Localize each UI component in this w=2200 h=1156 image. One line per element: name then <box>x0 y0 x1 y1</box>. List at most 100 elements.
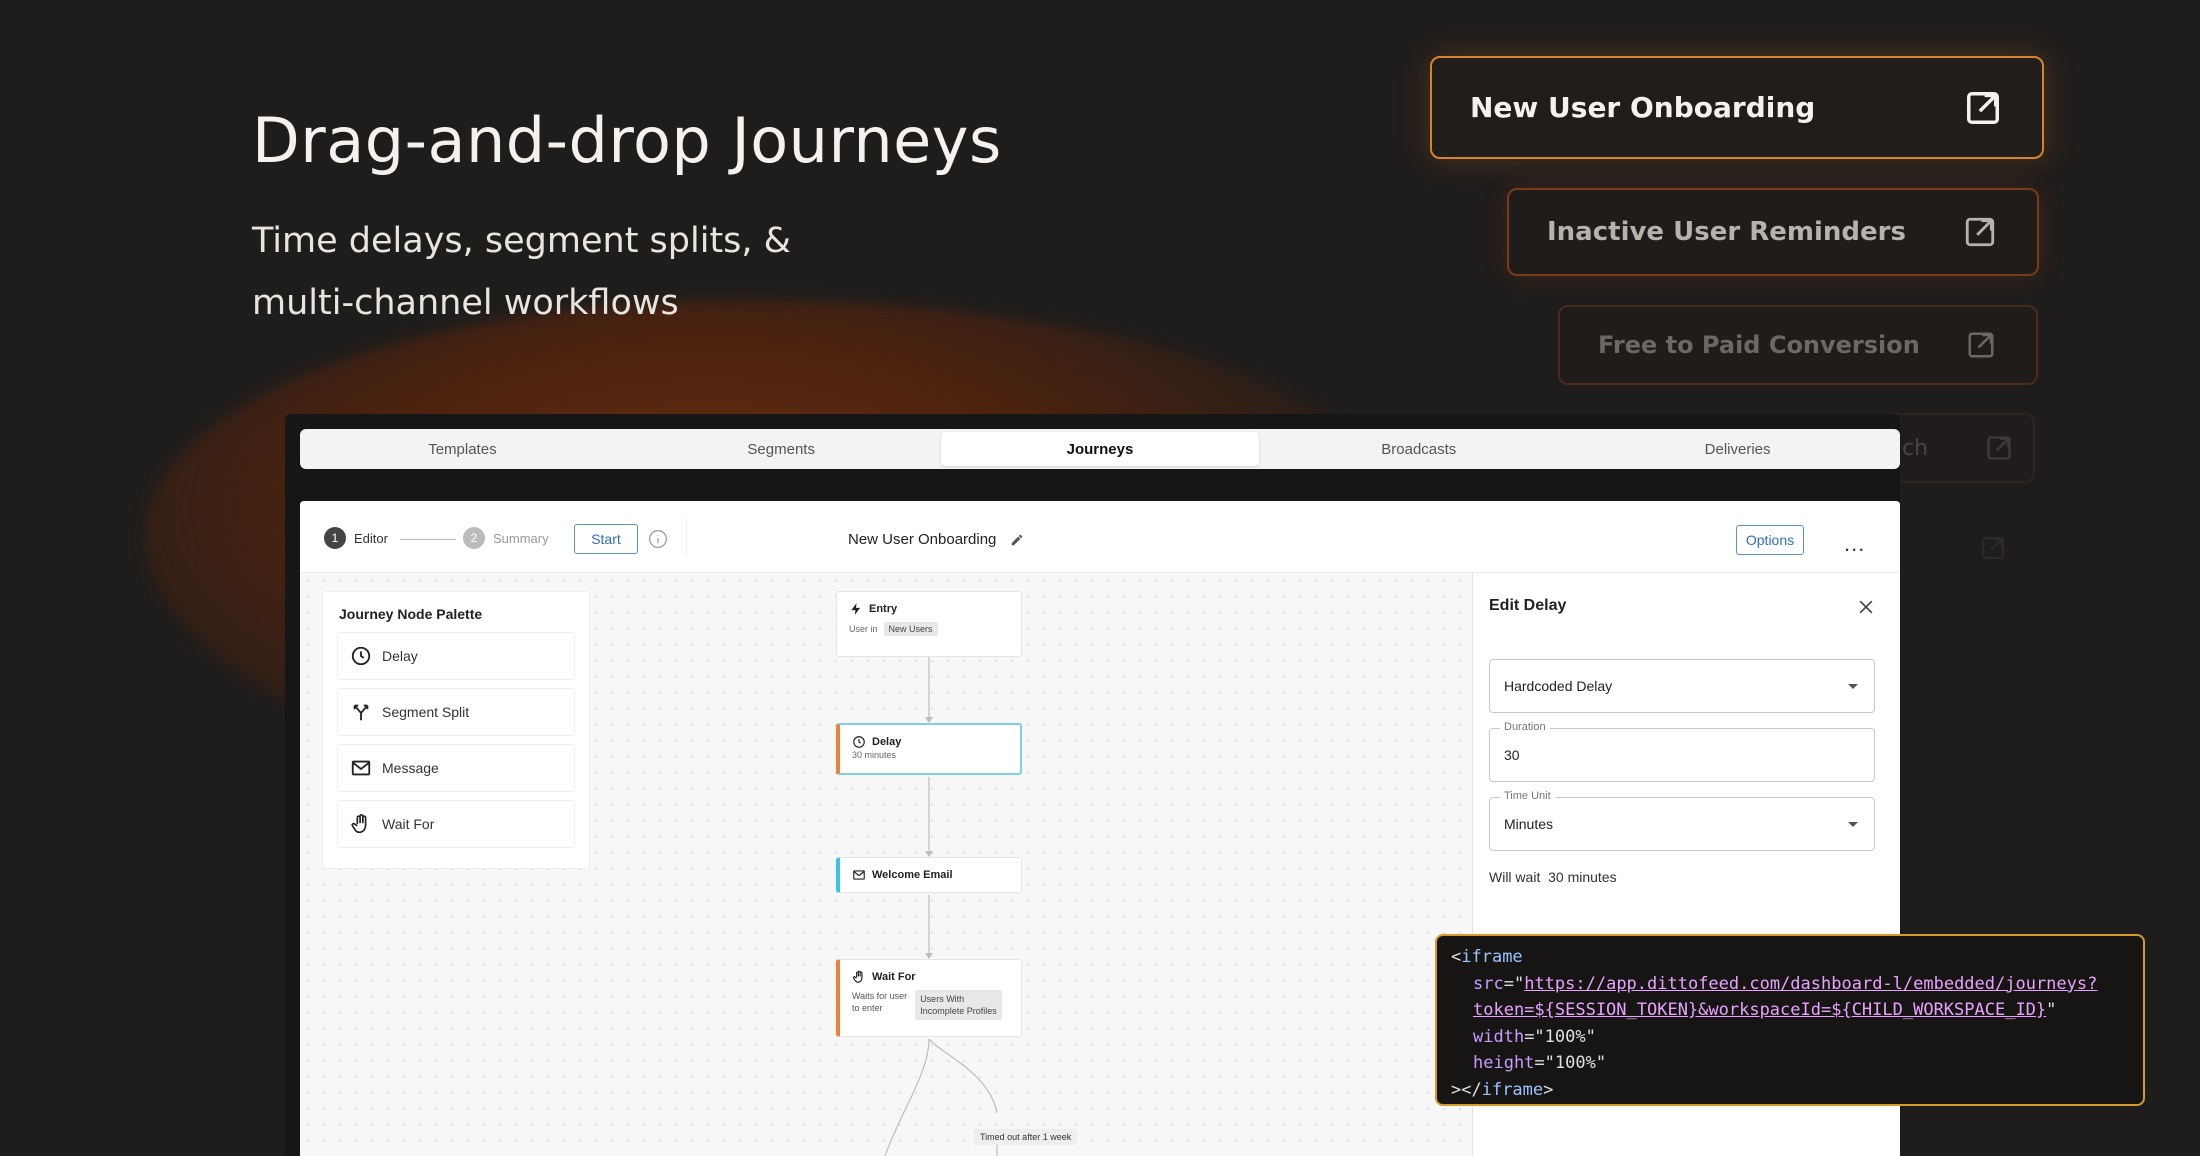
chip-line: Users With <box>920 994 965 1004</box>
journey-card-label: Free to Paid Conversion <box>1598 331 1920 359</box>
journey-card-inactive-user-reminders[interactable]: Inactive User Reminders <box>1507 188 2039 276</box>
step-connector <box>400 539 456 540</box>
step-number: 1 <box>324 527 346 549</box>
chip-line: Incomplete Profiles <box>920 1006 997 1016</box>
code-value: 100% <box>1554 1053 1596 1073</box>
input-value: 30 <box>1504 747 1520 763</box>
node-entry[interactable]: Entry User in New Users <box>836 591 1022 657</box>
code-line: ></iframe> <box>1451 1079 1554 1100</box>
node-title: Wait For <box>872 971 916 983</box>
node-meta: Waits for user to enter <box>852 990 907 1020</box>
journey-node-palette: Journey Node Palette Delay Segment Split… <box>322 591 590 869</box>
hand-icon <box>852 970 863 983</box>
hand-icon <box>351 814 367 834</box>
pencil-icon[interactable] <box>1010 533 1024 547</box>
code-line: token=${SESSION_TOKEN}&workspaceId=${CHI… <box>1473 1000 2057 1020</box>
node-meta-line: to enter <box>852 1003 883 1013</box>
journey-name: New User Onboarding <box>848 531 1024 548</box>
mail-icon <box>853 870 865 880</box>
code-value: 100% <box>1544 1026 1586 1047</box>
node-meta: 30 minutes <box>852 750 897 760</box>
hero-subtitle: Time delays, segment splits, & multi-cha… <box>252 210 952 334</box>
editor-toolbar: 1 Editor 2 Summary Start New User Onboar… <box>300 501 1900 573</box>
code-line: height="100%" <box>1473 1053 1607 1073</box>
code-tag: iframe <box>1461 947 1523 967</box>
tab-templates[interactable]: Templates <box>303 432 622 466</box>
code-url[interactable]: token=${SESSION_TOKEN}&workspaceId=${CHI… <box>1473 1000 2046 1020</box>
code-url[interactable]: https://app.dittofeed.com/dashboard-l/em… <box>1524 974 2097 994</box>
close-icon[interactable] <box>1856 597 1876 617</box>
options-button[interactable]: Options <box>1736 525 1804 555</box>
caret-down-icon <box>1848 684 1858 689</box>
code-line: <iframe <box>1451 947 1523 967</box>
start-button[interactable]: Start <box>574 524 638 554</box>
time-unit-select[interactable]: Time Unit Minutes <box>1489 790 1875 851</box>
hero-subtitle-line1: Time delays, segment splits, & <box>252 221 791 261</box>
node-meta-line: Waits for user <box>852 991 908 1001</box>
journey-card-new-user-onboarding[interactable]: New User Onboarding <box>1430 56 2044 159</box>
step-number: 2 <box>463 527 485 549</box>
external-link-icon <box>1968 332 1994 358</box>
node-title: Entry <box>869 603 898 615</box>
journey-card-label: ch <box>1902 435 1929 461</box>
journey-card-label: Inactive User Reminders <box>1547 217 1906 247</box>
nav-tabs: Templates Segments Journeys Broadcasts D… <box>300 429 1900 469</box>
panel-title: Edit Delay <box>1489 597 1567 614</box>
node-title: Welcome Email <box>872 869 953 881</box>
step-summary[interactable]: 2 Summary <box>463 527 549 549</box>
delay-type-select[interactable]: Hardcoded Delay <box>1489 659 1875 713</box>
tab-segments[interactable]: Segments <box>622 432 941 466</box>
external-link-icon <box>1967 91 1999 124</box>
segment-chip: New Users <box>883 622 938 636</box>
hero-subtitle-line2: multi-channel workflows <box>252 283 679 323</box>
node-delay[interactable]: Delay 30 minutes <box>836 723 1022 775</box>
iframe-code-snippet: <iframe src="https://app.dittofeed.com/d… <box>1435 934 2145 1106</box>
journey-card-faded-2[interactable] <box>1960 520 2040 575</box>
select-value: Hardcoded Delay <box>1504 678 1613 694</box>
duration-input[interactable]: Duration 30 <box>1489 721 1875 782</box>
tab-deliveries[interactable]: Deliveries <box>1578 432 1897 466</box>
code-attr: width <box>1473 1026 1525 1047</box>
journey-name-text: New User Onboarding <box>848 531 997 548</box>
mail-icon <box>351 760 371 776</box>
code-attr: height <box>1473 1053 1535 1073</box>
select-value: Minutes <box>1504 816 1554 832</box>
info-icon[interactable] <box>648 529 668 549</box>
node-welcome-email[interactable]: Welcome Email <box>836 857 1022 893</box>
clock-icon <box>351 646 371 666</box>
palette-item-label: Delay <box>382 648 418 664</box>
journey-card-faded[interactable]: ch <box>1880 413 2035 483</box>
code-line: src="https://app.dittofeed.com/dashboard… <box>1473 973 2098 994</box>
tab-journeys[interactable]: Journeys <box>940 432 1260 466</box>
palette-item-segment-split[interactable]: Segment Split <box>337 688 575 736</box>
palette-item-message[interactable]: Message <box>337 744 575 792</box>
hero-title: Drag-and-drop Journeys <box>252 104 1002 177</box>
palette-item-label: Message <box>382 760 439 776</box>
tab-broadcasts[interactable]: Broadcasts <box>1259 432 1578 466</box>
journey-card-label: New User Onboarding <box>1470 91 1816 124</box>
clock-icon <box>853 736 865 748</box>
segment-chip: Users With Incomplete Profiles <box>915 990 1002 1020</box>
node-wait-for[interactable]: Wait For Waits for user to enter Users W… <box>836 959 1022 1037</box>
code-line: width="100%" <box>1473 1026 1596 1047</box>
node-meta: User in <box>849 624 878 634</box>
node-title: Delay <box>872 736 902 748</box>
palette-title: Journey Node Palette <box>339 606 483 622</box>
palette-item-delay[interactable]: Delay <box>337 632 575 680</box>
toolbar-divider <box>686 519 687 555</box>
journey-card-free-to-paid[interactable]: Free to Paid Conversion <box>1558 305 2038 385</box>
code-attr: src <box>1473 973 1504 994</box>
timed-out-label: Timed out after 1 week <box>974 1129 1078 1145</box>
field-label: Time Unit <box>1500 790 1555 802</box>
step-editor[interactable]: 1 Editor <box>324 527 388 549</box>
external-link-icon <box>1987 436 2011 460</box>
external-link-icon <box>1965 217 1995 247</box>
split-icon <box>353 704 369 721</box>
field-label: Duration <box>1500 721 1550 733</box>
code-tag: iframe <box>1481 1079 1544 1100</box>
palette-item-wait-for[interactable]: Wait For <box>337 800 575 848</box>
palette-item-label: Wait For <box>382 816 435 832</box>
palette-item-label: Segment Split <box>382 704 470 720</box>
more-icon[interactable]: ... <box>1844 531 1865 557</box>
step-label: Editor <box>354 530 388 546</box>
